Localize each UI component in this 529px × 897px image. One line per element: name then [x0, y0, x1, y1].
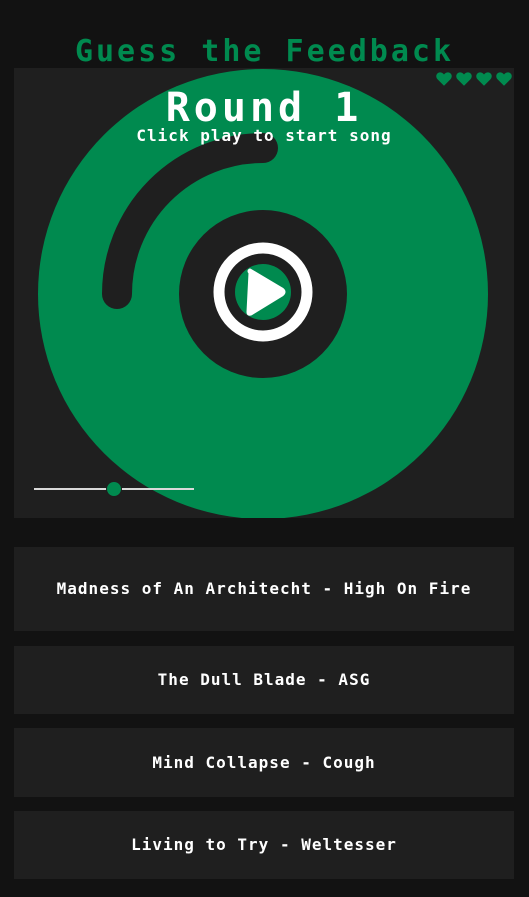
heart-icon: [436, 72, 452, 86]
answer-option-2[interactable]: The Dull Blade - ASG: [14, 646, 514, 714]
answer-option-4[interactable]: Living to Try - Weltesser: [14, 811, 514, 879]
player-panel: Round 1 Click play to start song: [14, 68, 514, 518]
lives-indicator: [435, 70, 513, 88]
answer-label: Mind Collapse - Cough: [152, 752, 376, 772]
volume-slider[interactable]: [34, 478, 194, 500]
answer-label: The Dull Blade - ASG: [157, 670, 371, 689]
heart-icon: [476, 72, 492, 86]
answer-option-1[interactable]: Madness of An Architecht - High On Fire: [14, 547, 514, 631]
play-button[interactable]: [213, 242, 313, 342]
heart-icon: [496, 72, 512, 86]
round-title: Round 1: [165, 85, 363, 131]
answer-label: Madness of An Architecht - High On Fire: [56, 579, 472, 598]
answer-option-3[interactable]: Mind Collapse - Cough: [14, 728, 514, 797]
answer-label: Living to Try - Weltesser: [131, 835, 397, 854]
app-title: Guess the Feedback: [74, 34, 455, 69]
round-instruction: Click play to start song: [136, 126, 392, 145]
heart-icon: [456, 72, 472, 86]
game-screen: Guess the Feedback Round 1 Click play to…: [0, 0, 529, 897]
play-icon: [213, 242, 313, 342]
volume-thumb[interactable]: [106, 481, 122, 497]
